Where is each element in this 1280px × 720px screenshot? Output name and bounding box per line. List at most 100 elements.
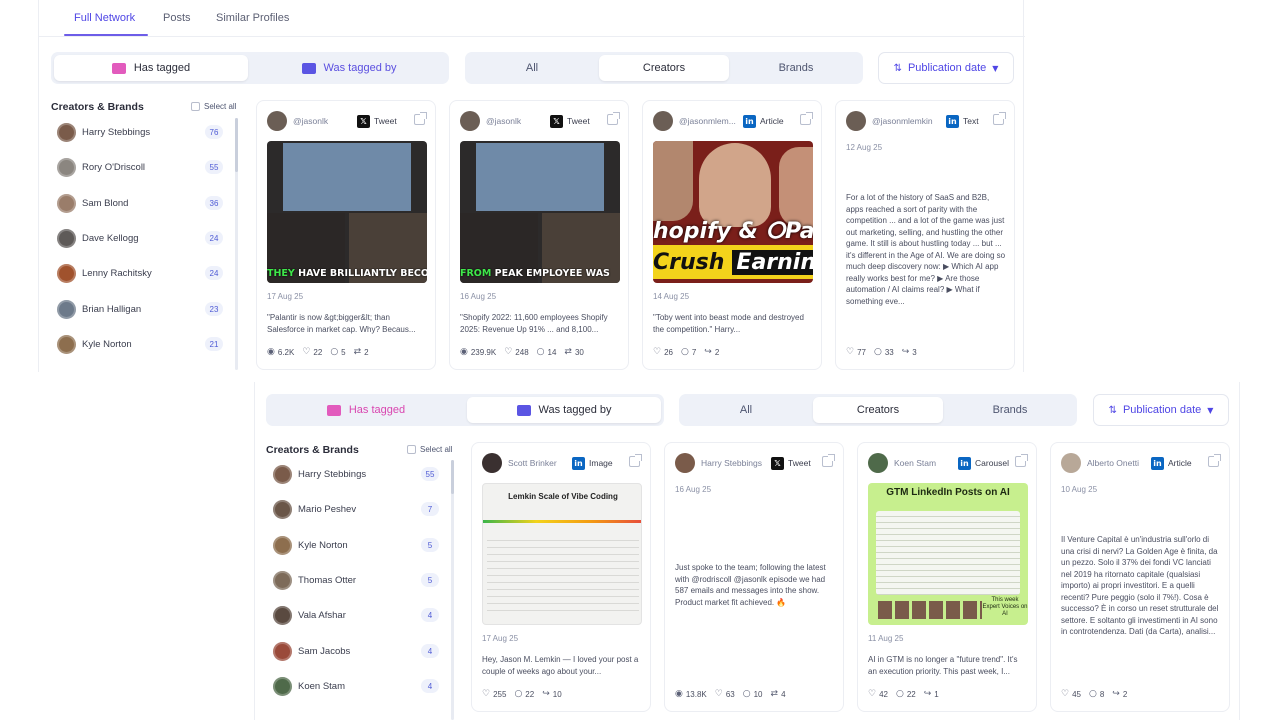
comment-icon: ○ xyxy=(514,689,523,699)
post-card[interactable]: Alberto Onetti in Article 10 Aug 25 Il V… xyxy=(1050,442,1230,712)
sidebar-item-sam-jacobs[interactable]: Sam Jacobs xyxy=(273,641,350,661)
post-thumbnail[interactable]: GTM LinkedIn Posts on AI This week Exper… xyxy=(868,483,1028,625)
sidebar-scrollbar[interactable] xyxy=(451,460,454,720)
main-tabs: Full Network Posts Similar Profiles xyxy=(39,0,1025,37)
video-caption: THEY HAVE BRILLIANTLY BECOME xyxy=(267,268,427,279)
avatar xyxy=(675,453,695,473)
likes-count: 26 xyxy=(664,347,673,357)
comment-icon: ○ xyxy=(742,689,751,699)
sidebar-item-brian-halligan[interactable]: Brian Halligan xyxy=(57,299,141,319)
post-thumbnail[interactable]: hopify & ⵔPala Crush Earning xyxy=(653,141,813,283)
filter-brands-button[interactable]: Brands xyxy=(946,397,1074,423)
publication-date-dropdown[interactable]: ⇅ Publication date ▼ xyxy=(1093,394,1229,426)
author-handle[interactable]: Koen Stam xyxy=(894,458,958,468)
post-card[interactable]: @jasonlk 𝕏 Tweet FROM PEAK EMPLOYEE WAS … xyxy=(449,100,629,370)
select-all-checkbox[interactable]: Select all xyxy=(407,445,452,454)
author-handle[interactable]: Alberto Onetti xyxy=(1087,458,1151,468)
external-link-icon[interactable] xyxy=(607,112,620,125)
post-card[interactable]: @jasonmlemkin in Text 12 Aug 25 For a lo… xyxy=(835,100,1015,370)
sidebar-item-harry-stebbings[interactable]: Harry Stebbings xyxy=(273,464,366,484)
sidebar-scroll-thumb[interactable] xyxy=(451,460,454,494)
was-tagged-by-button[interactable]: Was tagged by xyxy=(467,397,661,423)
external-link-icon[interactable] xyxy=(822,454,835,467)
comments-count: 8 xyxy=(1099,689,1105,699)
count-badge: 21 xyxy=(205,337,223,351)
sort-icon: ⇅ xyxy=(1108,404,1117,416)
bottom-panel: Has tagged Was tagged by All Creators Br… xyxy=(254,382,1240,720)
tab-full-network[interactable]: Full Network xyxy=(74,12,135,24)
sidebar-item-rory-odriscoll[interactable]: Rory O'Driscoll xyxy=(57,157,145,177)
person-name: Harry Stebbings xyxy=(298,468,367,480)
publication-date-dropdown[interactable]: ⇅ Publication date ▼ xyxy=(878,52,1014,84)
video-frame xyxy=(476,143,604,211)
external-link-icon[interactable] xyxy=(414,112,427,125)
external-link-icon[interactable] xyxy=(1208,454,1221,467)
reposts-count: 1 xyxy=(934,689,939,699)
sidebar-item-vala-afshar[interactable]: Vala Afshar xyxy=(273,605,346,625)
external-link-icon[interactable] xyxy=(800,112,813,125)
author-handle[interactable]: Harry Stebbings xyxy=(701,458,771,468)
sidebar-item-kyle-norton[interactable]: Kyle Norton xyxy=(273,535,348,555)
external-link-icon[interactable] xyxy=(1015,454,1028,467)
sidebar-item-harry-stebbings[interactable]: Harry Stebbings xyxy=(57,122,150,142)
author-handle[interactable]: @jasonmlemkin xyxy=(872,116,946,126)
post-card[interactable]: Scott Brinker in Image Lemkin Scale of V… xyxy=(471,442,651,712)
sidebar-item-dave-kellogg[interactable]: Dave Kellogg xyxy=(57,228,139,248)
likes-count: 22 xyxy=(313,347,323,357)
person-name: Mario Peshev xyxy=(298,503,357,515)
sidebar-item-lenny-rachitsky[interactable]: Lenny Rachitsky xyxy=(57,263,152,283)
repost-icon: ↪ xyxy=(901,347,910,357)
post-card[interactable]: Koen Stam in Carousel GTM LinkedIn Posts… xyxy=(857,442,1037,712)
post-thumbnail[interactable]: Lemkin Scale of Vibe Coding xyxy=(482,483,642,625)
count-badge: 4 xyxy=(421,608,439,622)
sidebar-item-koen-stam[interactable]: Koen Stam xyxy=(273,676,345,696)
author-handle[interactable]: Scott Brinker xyxy=(508,458,572,468)
author-handle[interactable]: @jasonmlem... xyxy=(679,116,743,126)
tab-similar-profiles[interactable]: Similar Profiles xyxy=(216,12,289,24)
filter-all-button[interactable]: All xyxy=(468,55,596,81)
post-thumbnail[interactable]: THEY HAVE BRILLIANTLY BECOME xyxy=(267,141,427,283)
post-excerpt: AI in GTM is no longer a "future trend".… xyxy=(868,655,1018,676)
post-card[interactable]: Harry Stebbings 𝕏 Tweet 16 Aug 25 Just s… xyxy=(664,442,844,712)
has-tagged-button[interactable]: Has tagged xyxy=(269,397,463,423)
external-link-icon[interactable] xyxy=(993,112,1006,125)
filter-brands-button[interactable]: Brands xyxy=(732,55,860,81)
sidebar-item-kyle-norton[interactable]: Kyle Norton xyxy=(57,334,132,354)
tab-posts[interactable]: Posts xyxy=(163,12,191,24)
gradient-scale xyxy=(483,520,641,523)
filter-creators-button[interactable]: Creators xyxy=(813,397,943,423)
sidebar-item-thomas-otter[interactable]: Thomas Otter xyxy=(273,570,356,590)
screenshot-panel xyxy=(876,511,1020,595)
repost-icon: ⇄ xyxy=(564,347,572,357)
has-tagged-label: Has tagged xyxy=(348,404,406,416)
reposts-count: 4 xyxy=(781,689,786,699)
author-handle[interactable]: @jasonlk xyxy=(486,116,550,126)
person-name: Sam Jacobs xyxy=(298,645,351,657)
filter-all-button[interactable]: All xyxy=(682,397,810,423)
likes-stat: ♡ 26 xyxy=(653,347,673,357)
avatar xyxy=(57,299,76,319)
caption-text: HAVE BRILLIANTLY BECOME xyxy=(298,268,427,279)
post-date: 14 Aug 25 xyxy=(653,292,690,301)
reposts-count: 10 xyxy=(552,689,562,699)
likes-count: 42 xyxy=(879,689,888,699)
external-link-icon[interactable] xyxy=(629,454,642,467)
post-card[interactable]: @jasonmlem... in Article hopify & ⵔPala … xyxy=(642,100,822,370)
author-handle[interactable]: @jasonlk xyxy=(293,116,357,126)
select-all-checkbox[interactable]: Select all xyxy=(191,102,236,111)
was-tagged-by-button[interactable]: Was tagged by xyxy=(252,55,446,81)
sidebar-item-mario-peshev[interactable]: Mario Peshev xyxy=(273,499,356,519)
type-filter: All Creators Brands xyxy=(679,394,1077,426)
heart-icon: ♡ xyxy=(302,347,311,357)
sidebar-scroll-thumb[interactable] xyxy=(235,118,238,172)
filter-creators-button[interactable]: Creators xyxy=(599,55,729,81)
select-all-label: Select all xyxy=(420,445,453,454)
sidebar-item-sam-blond[interactable]: Sam Blond xyxy=(57,193,128,213)
post-thumbnail[interactable]: FROM PEAK EMPLOYEE WAS xyxy=(460,141,620,283)
has-tagged-button[interactable]: Has tagged xyxy=(54,55,248,81)
post-card[interactable]: @jasonlk 𝕏 Tweet THEY HAVE BRILLIANTLY B… xyxy=(256,100,436,370)
views-count: 239.9K xyxy=(470,347,497,357)
table-lines xyxy=(487,534,639,612)
select-all-label: Select all xyxy=(204,102,237,111)
heart-icon: ♡ xyxy=(846,347,855,357)
